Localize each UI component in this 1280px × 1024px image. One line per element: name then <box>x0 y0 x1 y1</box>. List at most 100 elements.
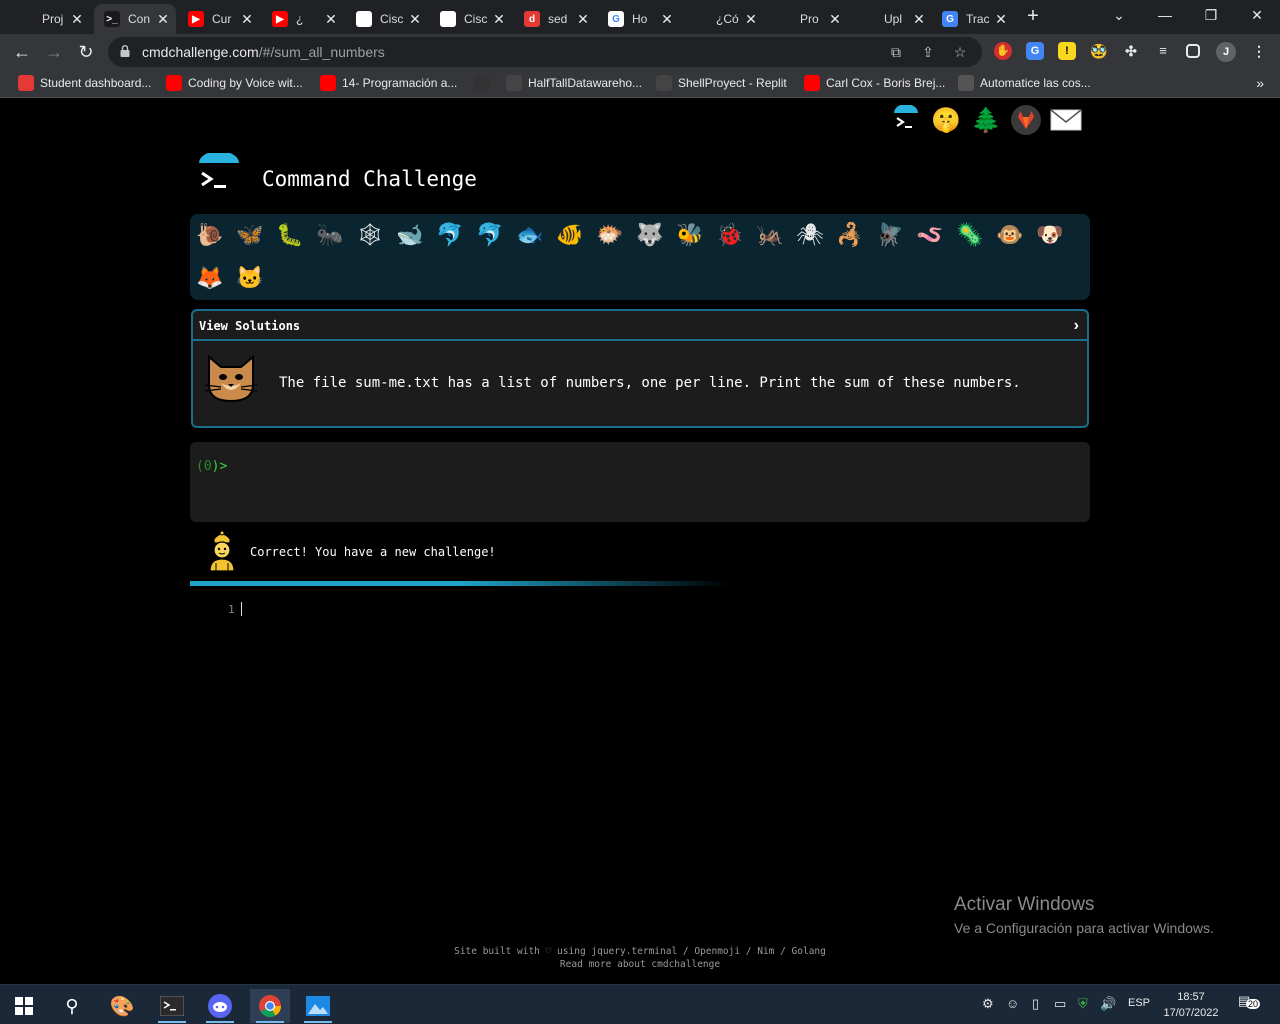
bookmark-item[interactable]: 14- Programación a... <box>320 75 457 91</box>
gitlab-icon[interactable] <box>1010 104 1042 136</box>
challenge-animal-icon[interactable]: 🪰 <box>875 220 905 250</box>
bookmark-item[interactable]: HalfTallDatawareho... <box>506 75 642 91</box>
challenge-animal-icon[interactable]: 🕷 <box>795 220 825 250</box>
close-tab-icon[interactable]: ✕ <box>492 11 506 28</box>
shushing-face-icon[interactable]: 🤫 <box>930 104 962 136</box>
browser-tab[interactable]: G Ho ✕ <box>598 4 680 34</box>
reload-button[interactable]: ↻ <box>74 40 98 64</box>
keep-extension-icon[interactable]: ! <box>1058 42 1076 60</box>
challenge-animal-icon[interactable]: 🦠 <box>955 220 985 250</box>
language-indicator[interactable]: ESP <box>1128 997 1150 1009</box>
challenge-animal-icon[interactable]: 🦋 <box>235 220 265 250</box>
new-tab-button[interactable]: + <box>1022 6 1044 28</box>
close-tab-icon[interactable]: ✕ <box>156 11 170 28</box>
browser-tab[interactable]: Cisc ✕ <box>346 4 428 34</box>
close-tab-icon[interactable]: ✕ <box>70 11 84 28</box>
close-tab-icon[interactable]: ✕ <box>744 11 758 28</box>
challenge-animal-icon[interactable]: 🐠 <box>555 220 585 250</box>
terminal-app-icon[interactable] <box>152 989 192 1023</box>
tree-icon[interactable]: 🌲 <box>970 104 1002 136</box>
bookmark-item[interactable]: Student dashboard... <box>18 75 151 91</box>
notifications-icon[interactable]: ▤ 20 <box>1238 993 1261 1015</box>
url-text[interactable]: cmdchallenge.com/#/sum_all_numbers <box>142 44 385 60</box>
challenge-animal-icon[interactable]: 🐡 <box>595 220 625 250</box>
close-window-button[interactable]: ✕ <box>1234 2 1280 30</box>
code-editor[interactable]: 1 <box>190 599 1090 619</box>
browser-tab[interactable]: Pro ✕ <box>766 4 848 34</box>
start-button[interactable] <box>4 989 44 1023</box>
view-solutions-header[interactable]: View Solutions › <box>193 311 1087 341</box>
challenge-animal-icon[interactable]: 🦊 <box>195 263 225 293</box>
paint-app-icon[interactable]: 🎨 <box>102 989 142 1023</box>
bookmark-item[interactable]: Coding by Voice wit... <box>166 75 303 91</box>
terminal-prompt[interactable]: (0)> <box>196 459 227 474</box>
google-translate-extension-icon[interactable]: G <box>1026 42 1044 60</box>
challenge-animal-icon[interactable]: 🪱 <box>915 220 945 250</box>
bookmark-item[interactable] <box>474 75 496 91</box>
translate-icon[interactable]: ⧉ <box>888 44 904 60</box>
extensions-puzzle-icon[interactable]: ✣ <box>1122 42 1140 60</box>
address-bar[interactable]: cmdchallenge.com/#/sum_all_numbers ⧉ ⇪ ☆ <box>108 37 982 67</box>
close-tab-icon[interactable]: ✕ <box>408 11 422 28</box>
challenge-animal-icon[interactable]: 🐞 <box>715 220 745 250</box>
terminal[interactable]: (0)> <box>190 442 1090 522</box>
close-tab-icon[interactable]: ✕ <box>324 11 338 28</box>
challenge-animal-icon[interactable]: 🐶 <box>1035 220 1065 250</box>
challenge-animal-icon[interactable]: 🦂 <box>835 220 865 250</box>
browser-tab[interactable]: ▶ Cur ✕ <box>178 4 260 34</box>
chrome-app-icon[interactable] <box>250 989 290 1023</box>
challenge-animal-icon[interactable]: 🐋 <box>395 220 425 250</box>
close-tab-icon[interactable]: ✕ <box>240 11 254 28</box>
browser-tab[interactable]: Cisc ✕ <box>430 4 512 34</box>
challenge-animal-icon[interactable]: 🐛 <box>275 220 305 250</box>
side-panel-icon[interactable] <box>1186 44 1200 58</box>
media-control-icon[interactable]: ≡ <box>1154 42 1172 60</box>
challenge-animal-icon[interactable]: 🕸 <box>355 220 385 250</box>
tray-app-icon[interactable]: ⚙ <box>982 996 994 1012</box>
discord-app-icon[interactable] <box>200 989 240 1023</box>
bookmarks-overflow-button[interactable]: » <box>1256 75 1264 91</box>
back-button[interactable]: ← <box>10 40 34 64</box>
mail-icon[interactable] <box>1050 104 1082 136</box>
browser-tab[interactable]: ▶ ¿ ✕ <box>262 4 344 34</box>
browser-tab[interactable]: ¿Có ✕ <box>682 4 764 34</box>
defender-icon[interactable]: ⛨ <box>1078 996 1088 1012</box>
photos-app-icon[interactable] <box>298 989 338 1023</box>
bookmark-star-icon[interactable]: ☆ <box>952 44 968 60</box>
bookmark-item[interactable]: Automatice las cos... <box>958 75 1091 91</box>
challenge-animal-icon[interactable]: 🐬 <box>475 220 505 250</box>
chevron-right-icon[interactable]: › <box>1074 317 1079 335</box>
challenge-animal-icon[interactable]: 🐺 <box>635 220 665 250</box>
adblock-extension-icon[interactable]: ✋ <box>994 42 1012 60</box>
network-icon[interactable]: ▭ <box>1054 996 1066 1012</box>
challenge-animal-icon[interactable]: 🦗 <box>755 220 785 250</box>
browser-tab[interactable]: Upl ✕ <box>850 4 932 34</box>
bookmark-item[interactable]: Carl Cox - Boris Brej... <box>804 75 945 91</box>
challenge-animal-icon[interactable]: 🐌 <box>195 220 225 250</box>
browser-tab[interactable]: Proj ✕ <box>8 4 90 34</box>
tab-search-button[interactable]: ⌄ <box>1096 2 1142 30</box>
browser-menu-icon[interactable]: ⋮ <box>1250 42 1268 60</box>
usb-icon[interactable]: ▯ <box>1032 996 1039 1012</box>
minimize-button[interactable]: — <box>1142 2 1188 30</box>
bookmark-item[interactable]: ShellProyect - Replit <box>656 75 787 91</box>
restore-button[interactable]: ❐ <box>1188 2 1234 30</box>
close-tab-icon[interactable]: ✕ <box>994 11 1008 28</box>
browser-tab[interactable]: d sed ✕ <box>514 4 596 34</box>
forward-button[interactable]: → <box>42 40 66 64</box>
system-clock[interactable]: 18:57 17/07/2022 <box>1158 989 1224 1021</box>
share-icon[interactable]: ⇪ <box>920 44 936 60</box>
face-extension-icon[interactable]: 🥸 <box>1090 42 1108 60</box>
profile-avatar[interactable]: J <box>1216 42 1236 62</box>
footer-about-link[interactable]: Read more about cmdchallenge <box>0 958 1280 971</box>
volume-icon[interactable]: 🔊 <box>1100 996 1116 1012</box>
close-tab-icon[interactable]: ✕ <box>912 11 926 28</box>
browser-tab[interactable]: G Trac ✕ <box>932 4 1014 34</box>
challenge-animal-icon[interactable]: 🐝 <box>675 220 705 250</box>
challenge-animal-icon[interactable]: 🐬 <box>435 220 465 250</box>
challenge-animal-icon[interactable]: 🐱 <box>235 263 265 293</box>
close-tab-icon[interactable]: ✕ <box>660 11 674 28</box>
challenge-animal-icon[interactable]: 🐜 <box>315 220 345 250</box>
search-icon[interactable]: ⚲ <box>52 989 92 1023</box>
challenge-animal-icon[interactable]: 🐟 <box>515 220 545 250</box>
